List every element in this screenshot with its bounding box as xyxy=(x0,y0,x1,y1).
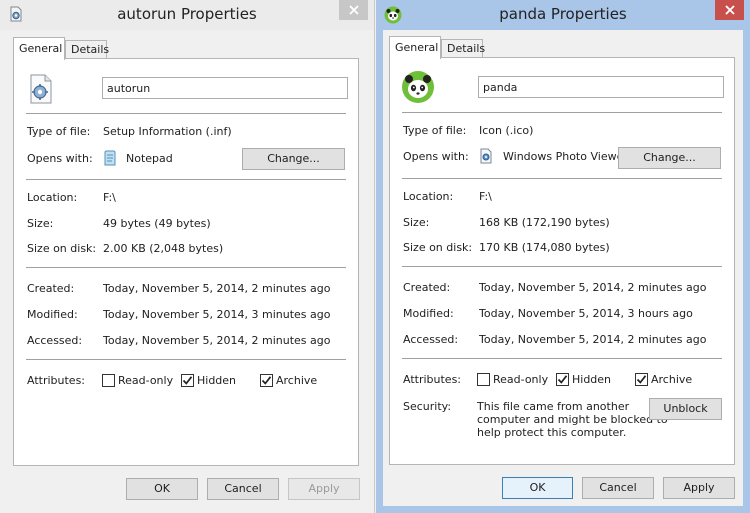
created-value: Today, November 5, 2014, 2 minutes ago xyxy=(103,282,331,295)
size-value: 49 bytes (49 bytes) xyxy=(103,217,211,230)
close-icon xyxy=(348,5,359,15)
readonly-checkbox[interactable] xyxy=(102,374,115,387)
autorun-properties-window: autorun Properties General Details Type … xyxy=(0,0,375,513)
cancel-button[interactable]: Cancel xyxy=(207,478,279,500)
photo-viewer-icon xyxy=(478,148,494,164)
separator xyxy=(402,266,722,267)
notepad-icon xyxy=(102,150,118,166)
filename-input[interactable] xyxy=(478,76,724,98)
location-value: F:\ xyxy=(103,191,116,204)
separator xyxy=(26,359,346,360)
type-label: Type of file: xyxy=(403,124,467,137)
accessed-label: Accessed: xyxy=(403,333,459,346)
size-label: Size: xyxy=(27,217,54,230)
separator xyxy=(402,178,722,179)
type-value: Icon (.ico) xyxy=(479,124,534,137)
title-bar[interactable]: panda Properties xyxy=(376,0,750,30)
readonly-checkbox[interactable] xyxy=(477,373,490,386)
separator xyxy=(26,267,346,268)
separator xyxy=(26,113,346,114)
type-label: Type of file: xyxy=(27,125,91,138)
type-value: Setup Information (.inf) xyxy=(103,125,232,138)
separator xyxy=(402,112,722,113)
separator xyxy=(402,358,722,359)
opens-with-label: Opens with: xyxy=(27,152,93,165)
archive-checkbox[interactable] xyxy=(635,373,648,386)
accessed-label: Accessed: xyxy=(27,334,83,347)
readonly-label: Read-only xyxy=(118,374,174,387)
window-title: autorun Properties xyxy=(117,5,257,23)
general-panel: Type of file: Setup Information (.inf) O… xyxy=(13,58,359,466)
change-button[interactable]: Change... xyxy=(618,147,721,169)
title-bar[interactable]: autorun Properties xyxy=(0,0,374,30)
filename-input[interactable] xyxy=(102,77,348,99)
general-panel: Type of file: Icon (.ico) Opens with: Wi… xyxy=(389,57,735,465)
modified-value: Today, November 5, 2014, 3 hours ago xyxy=(479,307,693,320)
size-on-disk-value: 170 KB (174,080 bytes) xyxy=(479,241,610,254)
opens-with-value: Windows Photo Viewer xyxy=(503,150,628,163)
hidden-label: Hidden xyxy=(197,374,237,387)
size-value: 168 KB (172,190 bytes) xyxy=(479,216,610,229)
size-on-disk-value: 2.00 KB (2,048 bytes) xyxy=(103,242,224,255)
button-bar: OK Cancel Apply xyxy=(0,466,374,513)
attributes-label: Attributes: xyxy=(27,374,86,387)
archive-label: Archive xyxy=(276,374,318,387)
settings-file-icon xyxy=(25,73,57,105)
cancel-button[interactable]: Cancel xyxy=(582,477,654,499)
ok-button[interactable]: OK xyxy=(502,477,573,499)
unblock-button[interactable]: Unblock xyxy=(649,398,722,420)
modified-value: Today, November 5, 2014, 3 minutes ago xyxy=(103,308,331,321)
security-label: Security: xyxy=(403,400,452,413)
created-label: Created: xyxy=(403,281,451,294)
archive-checkbox[interactable] xyxy=(260,374,273,387)
close-icon xyxy=(724,5,735,15)
archive-label: Archive xyxy=(651,373,693,386)
hidden-checkbox[interactable] xyxy=(181,374,194,387)
size-on-disk-label: Size on disk: xyxy=(403,241,473,254)
modified-label: Modified: xyxy=(403,307,454,320)
hidden-label: Hidden xyxy=(572,373,612,386)
accessed-value: Today, November 5, 2014, 2 minutes ago xyxy=(103,334,331,347)
close-button[interactable] xyxy=(715,0,744,20)
created-label: Created: xyxy=(27,282,75,295)
accessed-value: Today, November 5, 2014, 2 minutes ago xyxy=(479,333,707,346)
hidden-checkbox[interactable] xyxy=(556,373,569,386)
location-label: Location: xyxy=(403,190,454,203)
button-bar: OK Cancel Apply xyxy=(383,466,743,513)
size-on-disk-label: Size on disk: xyxy=(27,242,97,255)
close-button[interactable] xyxy=(339,0,368,20)
window-title: panda Properties xyxy=(499,5,627,23)
modified-label: Modified: xyxy=(27,308,78,321)
ok-button[interactable]: OK xyxy=(126,478,198,500)
separator xyxy=(26,179,346,180)
tab-general[interactable]: General xyxy=(389,36,441,59)
change-button[interactable]: Change... xyxy=(242,148,345,170)
tab-general[interactable]: General xyxy=(13,37,65,60)
security-text-line: computer and might be blocked to xyxy=(477,413,668,426)
location-label: Location: xyxy=(27,191,78,204)
panda-icon xyxy=(401,70,435,104)
dialog-client: General Details Type of file: xyxy=(383,30,743,506)
security-text-line: help protect this computer. xyxy=(477,426,627,439)
tab-details[interactable]: Details xyxy=(65,40,109,59)
created-value: Today, November 5, 2014, 2 minutes ago xyxy=(479,281,707,294)
opens-with-label: Opens with: xyxy=(403,150,469,163)
apply-button[interactable]: Apply xyxy=(288,478,360,500)
opens-with-value: Notepad xyxy=(126,152,173,165)
readonly-label: Read-only xyxy=(493,373,549,386)
panda-properties-window: panda Properties General Details panda T… xyxy=(376,0,750,513)
tab-details[interactable]: Details xyxy=(441,39,485,58)
attributes-label: Attributes: xyxy=(403,373,462,386)
apply-button[interactable]: Apply xyxy=(663,477,735,499)
size-label: Size: xyxy=(403,216,430,229)
security-text-line: This file came from another xyxy=(477,400,630,413)
location-value: F:\ xyxy=(479,190,492,203)
